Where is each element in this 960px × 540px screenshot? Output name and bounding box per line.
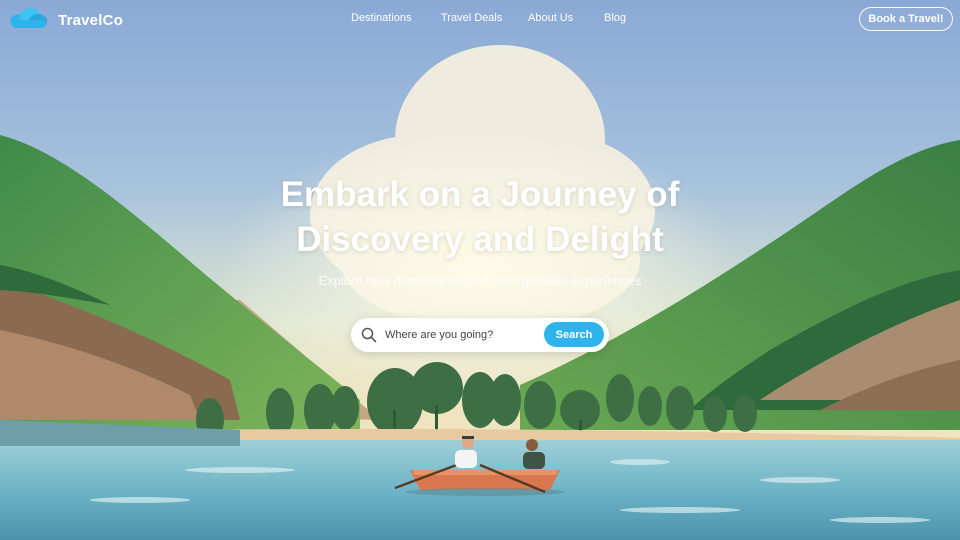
search-icon (361, 327, 377, 343)
book-travel-button[interactable]: Book a Travel! (859, 7, 953, 31)
hero-landscape-illustration (0, 0, 960, 540)
hero-subtitle: Explore new destinations and unforgettab… (318, 273, 642, 288)
hero-title-line-2: Discovery and Delight (296, 220, 664, 259)
search-input[interactable] (385, 325, 535, 345)
page: TravelCo Destinations Travel Deals About… (0, 0, 960, 540)
top-nav: TravelCo Destinations Travel Deals About… (0, 0, 960, 40)
hero-title: Embark on a Journey of Discovery and Del… (0, 172, 960, 262)
search-button[interactable]: Search (544, 322, 604, 347)
search-bar: Search (351, 318, 609, 352)
hero-title-line-1: Embark on a Journey of (280, 175, 680, 214)
nav-links: Destinations Travel Deals About Us Blog (0, 12, 960, 28)
nav-link-blog[interactable]: Blog (604, 12, 626, 24)
nav-link-about-us[interactable]: About Us (528, 12, 573, 24)
nav-link-travel-deals[interactable]: Travel Deals (441, 12, 502, 24)
nav-link-destinations[interactable]: Destinations (351, 12, 412, 24)
